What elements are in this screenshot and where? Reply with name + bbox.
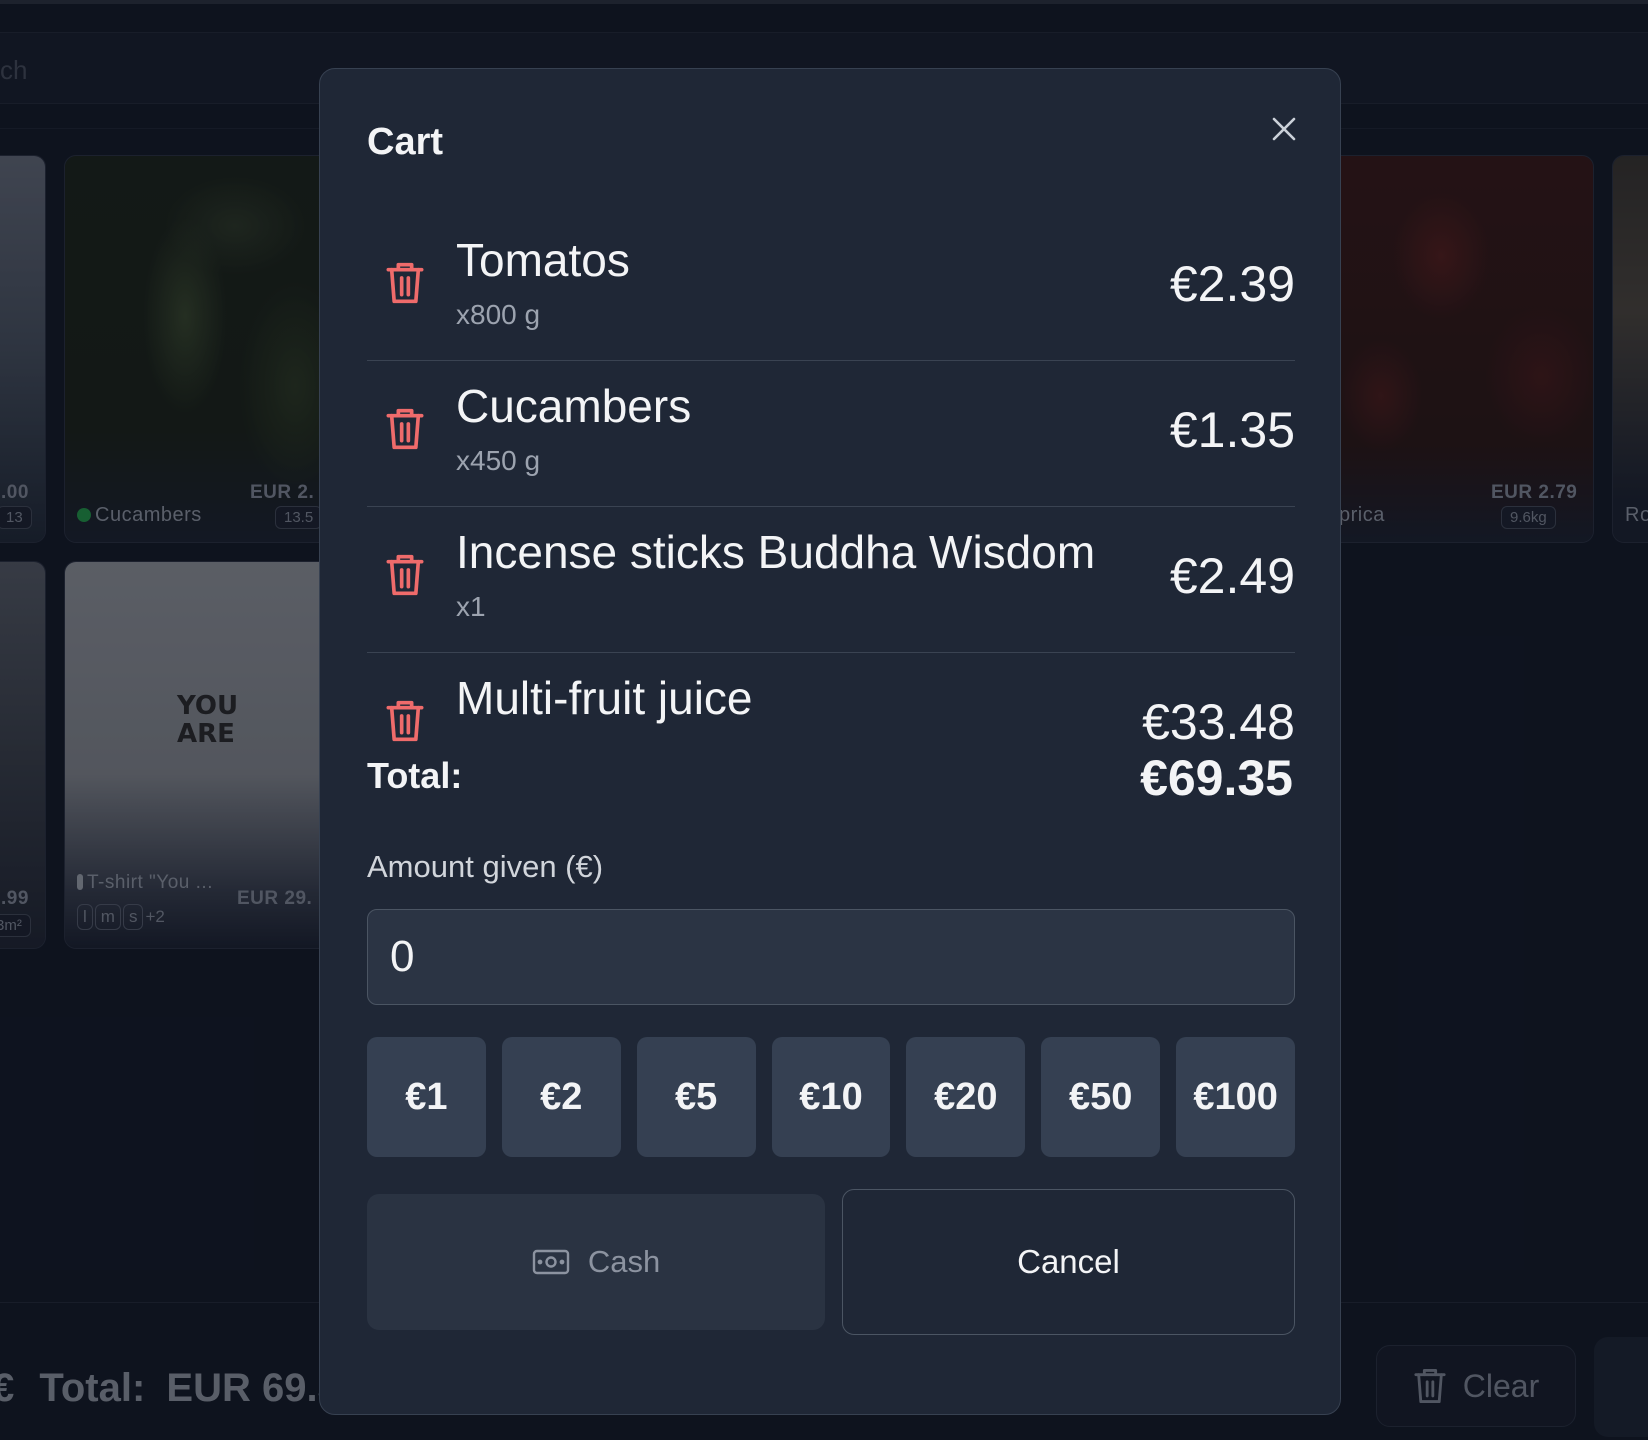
trash-icon[interactable]	[385, 405, 425, 453]
denom-button-50[interactable]: €50	[1041, 1037, 1161, 1157]
cash-label: Cash	[587, 1244, 661, 1279]
item-price: €2.49	[1169, 548, 1295, 604]
denom-button-20[interactable]: €20	[906, 1037, 1026, 1157]
item-quantity: x1	[456, 591, 486, 622]
denom-button-10[interactable]: €10	[771, 1037, 891, 1157]
trash-icon[interactable]	[385, 551, 425, 599]
amount-given-input[interactable]	[367, 909, 1295, 1005]
item-name: Cucambers	[456, 380, 692, 432]
cash-button[interactable]: Cash	[367, 1194, 825, 1330]
denomination-buttons: €1 €2 €5 €10 €20 €50 €100	[367, 1037, 1296, 1157]
cart-item: Incense sticks Buddha Wisdom x1 €2.49	[367, 507, 1295, 653]
cancel-button[interactable]: Cancel	[842, 1189, 1295, 1335]
total-label: Total:	[367, 755, 463, 796]
close-icon	[1272, 117, 1296, 141]
total-value: €69.35	[1140, 750, 1293, 806]
cart-item: Cucambers x450 g €1.35	[367, 361, 1295, 507]
denom-button-2[interactable]: €2	[501, 1037, 621, 1157]
denom-button-5[interactable]: €5	[636, 1037, 756, 1157]
item-quantity: x450 g	[456, 445, 541, 476]
item-price: €2.39	[1169, 256, 1295, 312]
item-quantity: x800 g	[456, 299, 541, 330]
trash-icon[interactable]	[385, 697, 425, 745]
cart-item: Tomatos x800 g €2.39	[367, 215, 1295, 361]
item-price: €1.35	[1169, 402, 1295, 458]
cart-modal: Cart Tomatos x800 g €2.39 Cucambers x450…	[319, 68, 1341, 1415]
trash-icon[interactable]	[385, 259, 425, 307]
denom-button-1[interactable]: €1	[367, 1037, 486, 1157]
banknote-icon	[532, 1249, 570, 1275]
item-name: Tomatos	[456, 234, 630, 286]
item-name: Multi-fruit juice	[456, 672, 753, 724]
item-name: Incense sticks Buddha Wisdom	[456, 526, 1096, 578]
item-price: €33.48	[1142, 694, 1295, 750]
denom-button-100[interactable]: €100	[1176, 1037, 1296, 1157]
amount-given-label: Amount given (€)	[367, 849, 604, 884]
close-button[interactable]	[1264, 109, 1304, 149]
modal-title: Cart	[367, 121, 444, 163]
cart-items-list[interactable]: Tomatos x800 g €2.39 Cucambers x450 g €1…	[367, 215, 1295, 785]
